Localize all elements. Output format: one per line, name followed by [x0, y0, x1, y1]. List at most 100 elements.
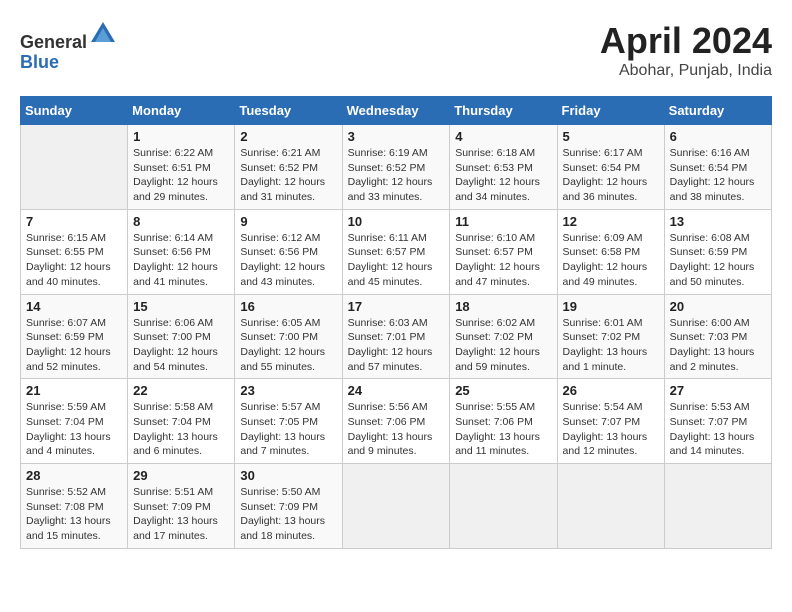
calendar-table: SundayMondayTuesdayWednesdayThursdayFrid…: [20, 96, 772, 549]
day-info: Sunrise: 5:53 AM Sunset: 7:07 PM Dayligh…: [670, 400, 766, 459]
day-number: 30: [240, 468, 336, 483]
day-number: 18: [455, 299, 551, 314]
day-number: 21: [26, 383, 122, 398]
day-info: Sunrise: 6:15 AM Sunset: 6:55 PM Dayligh…: [26, 231, 122, 290]
day-number: 2: [240, 129, 336, 144]
calendar-week-row: 14Sunrise: 6:07 AM Sunset: 6:59 PM Dayli…: [21, 294, 772, 379]
day-info: Sunrise: 5:56 AM Sunset: 7:06 PM Dayligh…: [348, 400, 445, 459]
calendar-cell: 5Sunrise: 6:17 AM Sunset: 6:54 PM Daylig…: [557, 125, 664, 210]
calendar-cell: [450, 464, 557, 549]
calendar-cell: 23 Sunrise: 5:57 AM Sunset: 7:05 PM Dayli…: [235, 379, 342, 464]
day-number: 10: [348, 214, 445, 229]
calendar-cell: 12 Sunrise: 6:09 AM Sunset: 6:58 PM Dayli…: [557, 209, 664, 294]
calendar-cell: 26 Sunrise: 5:54 AM Sunset: 7:07 PM Dayli…: [557, 379, 664, 464]
day-info: Sunrise: 6:05 AM Sunset: 7:00 PM Dayligh…: [240, 316, 336, 375]
day-info: Sunrise: 6:12 AM Sunset: 6:56 PM Dayligh…: [240, 231, 336, 290]
day-info: Sunrise: 6:01 AM Sunset: 7:02 PM Dayligh…: [563, 316, 659, 375]
day-number: 4: [455, 129, 551, 144]
calendar-cell: 25 Sunrise: 5:55 AM Sunset: 7:06 PM Dayli…: [450, 379, 557, 464]
day-info: Sunrise: 6:16 AM Sunset: 6:54 PM Dayligh…: [670, 146, 766, 205]
weekday-header: Sunday: [21, 97, 128, 125]
calendar-cell: 18 Sunrise: 6:02 AM Sunset: 7:02 PM Dayli…: [450, 294, 557, 379]
day-info: Sunrise: 6:18 AM Sunset: 6:53 PM Dayligh…: [455, 146, 551, 205]
calendar-cell: 20 Sunrise: 6:00 AM Sunset: 7:03 PM Dayli…: [664, 294, 771, 379]
day-number: 28: [26, 468, 122, 483]
weekday-header: Monday: [128, 97, 235, 125]
day-info: Sunrise: 6:21 AM Sunset: 6:52 PM Dayligh…: [240, 146, 336, 205]
day-number: 13: [670, 214, 766, 229]
calendar-cell: 8Sunrise: 6:14 AM Sunset: 6:56 PM Daylig…: [128, 209, 235, 294]
day-number: 1: [133, 129, 229, 144]
weekday-header: Wednesday: [342, 97, 450, 125]
day-info: Sunrise: 6:06 AM Sunset: 7:00 PM Dayligh…: [133, 316, 229, 375]
calendar-cell: 29 Sunrise: 5:51 AM Sunset: 7:09 PM Dayli…: [128, 464, 235, 549]
calendar-cell: 2 Sunrise: 6:21 AM Sunset: 6:52 PM Daylig…: [235, 125, 342, 210]
calendar-cell: 14Sunrise: 6:07 AM Sunset: 6:59 PM Dayli…: [21, 294, 128, 379]
day-number: 7: [26, 214, 122, 229]
day-number: 22: [133, 383, 229, 398]
day-number: 9: [240, 214, 336, 229]
day-number: 25: [455, 383, 551, 398]
day-info: Sunrise: 6:10 AM Sunset: 6:57 PM Dayligh…: [455, 231, 551, 290]
calendar-cell: 22Sunrise: 5:58 AM Sunset: 7:04 PM Dayli…: [128, 379, 235, 464]
calendar-cell: 10 Sunrise: 6:11 AM Sunset: 6:57 PM Dayli…: [342, 209, 450, 294]
day-number: 14: [26, 299, 122, 314]
day-info: Sunrise: 6:02 AM Sunset: 7:02 PM Dayligh…: [455, 316, 551, 375]
calendar-cell: 21 Sunrise: 5:59 AM Sunset: 7:04 PM Dayli…: [21, 379, 128, 464]
calendar-cell: 16 Sunrise: 6:05 AM Sunset: 7:00 PM Dayli…: [235, 294, 342, 379]
day-info: Sunrise: 5:59 AM Sunset: 7:04 PM Dayligh…: [26, 400, 122, 459]
calendar-cell: [664, 464, 771, 549]
logo-icon: [89, 20, 117, 48]
weekday-header: Saturday: [664, 97, 771, 125]
day-number: 17: [348, 299, 445, 314]
calendar-cell: 17 Sunrise: 6:03 AM Sunset: 7:01 PM Dayli…: [342, 294, 450, 379]
day-number: 3: [348, 129, 445, 144]
weekday-header: Thursday: [450, 97, 557, 125]
logo-blue: Blue: [20, 52, 59, 72]
logo-general: General: [20, 32, 87, 52]
calendar-cell: 13Sunrise: 6:08 AM Sunset: 6:59 PM Dayli…: [664, 209, 771, 294]
day-info: Sunrise: 6:11 AM Sunset: 6:57 PM Dayligh…: [348, 231, 445, 290]
day-info: Sunrise: 5:54 AM Sunset: 7:07 PM Dayligh…: [563, 400, 659, 459]
day-number: 24: [348, 383, 445, 398]
day-info: Sunrise: 6:00 AM Sunset: 7:03 PM Dayligh…: [670, 316, 766, 375]
day-info: Sunrise: 6:09 AM Sunset: 6:58 PM Dayligh…: [563, 231, 659, 290]
day-number: 20: [670, 299, 766, 314]
calendar-cell: 19 Sunrise: 6:01 AM Sunset: 7:02 PM Dayli…: [557, 294, 664, 379]
calendar-cell: 11 Sunrise: 6:10 AM Sunset: 6:57 PM Dayli…: [450, 209, 557, 294]
logo: General Blue: [20, 20, 117, 73]
day-number: 15: [133, 299, 229, 314]
calendar-cell: 30 Sunrise: 5:50 AM Sunset: 7:09 PM Dayli…: [235, 464, 342, 549]
day-number: 12: [563, 214, 659, 229]
day-info: Sunrise: 5:50 AM Sunset: 7:09 PM Dayligh…: [240, 485, 336, 544]
day-number: 11: [455, 214, 551, 229]
day-number: 29: [133, 468, 229, 483]
header: General Blue April 2024 Abohar, Punjab, …: [20, 20, 772, 80]
calendar-cell: 1Sunrise: 6:22 AM Sunset: 6:51 PM Daylig…: [128, 125, 235, 210]
title-section: April 2024 Abohar, Punjab, India: [600, 20, 772, 80]
calendar-cell: 4 Sunrise: 6:18 AM Sunset: 6:53 PM Daylig…: [450, 125, 557, 210]
calendar-cell: [21, 125, 128, 210]
day-number: 8: [133, 214, 229, 229]
calendar-cell: 15 Sunrise: 6:06 AM Sunset: 7:00 PM Dayli…: [128, 294, 235, 379]
day-info: Sunrise: 5:57 AM Sunset: 7:05 PM Dayligh…: [240, 400, 336, 459]
day-number: 19: [563, 299, 659, 314]
month-title: April 2024: [600, 20, 772, 62]
weekday-header: Tuesday: [235, 97, 342, 125]
day-number: 26: [563, 383, 659, 398]
weekday-header: Friday: [557, 97, 664, 125]
day-number: 27: [670, 383, 766, 398]
calendar-cell: 9 Sunrise: 6:12 AM Sunset: 6:56 PM Daylig…: [235, 209, 342, 294]
day-number: 16: [240, 299, 336, 314]
calendar-week-row: 7 Sunrise: 6:15 AM Sunset: 6:55 PM Daylig…: [21, 209, 772, 294]
day-info: Sunrise: 5:55 AM Sunset: 7:06 PM Dayligh…: [455, 400, 551, 459]
day-info: Sunrise: 5:52 AM Sunset: 7:08 PM Dayligh…: [26, 485, 122, 544]
day-info: Sunrise: 6:19 AM Sunset: 6:52 PM Dayligh…: [348, 146, 445, 205]
day-number: 23: [240, 383, 336, 398]
day-info: Sunrise: 6:17 AM Sunset: 6:54 PM Dayligh…: [563, 146, 659, 205]
calendar-cell: 3 Sunrise: 6:19 AM Sunset: 6:52 PM Daylig…: [342, 125, 450, 210]
calendar-cell: 28 Sunrise: 5:52 AM Sunset: 7:08 PM Dayli…: [21, 464, 128, 549]
day-info: Sunrise: 6:03 AM Sunset: 7:01 PM Dayligh…: [348, 316, 445, 375]
calendar-cell: [557, 464, 664, 549]
day-info: Sunrise: 5:51 AM Sunset: 7:09 PM Dayligh…: [133, 485, 229, 544]
